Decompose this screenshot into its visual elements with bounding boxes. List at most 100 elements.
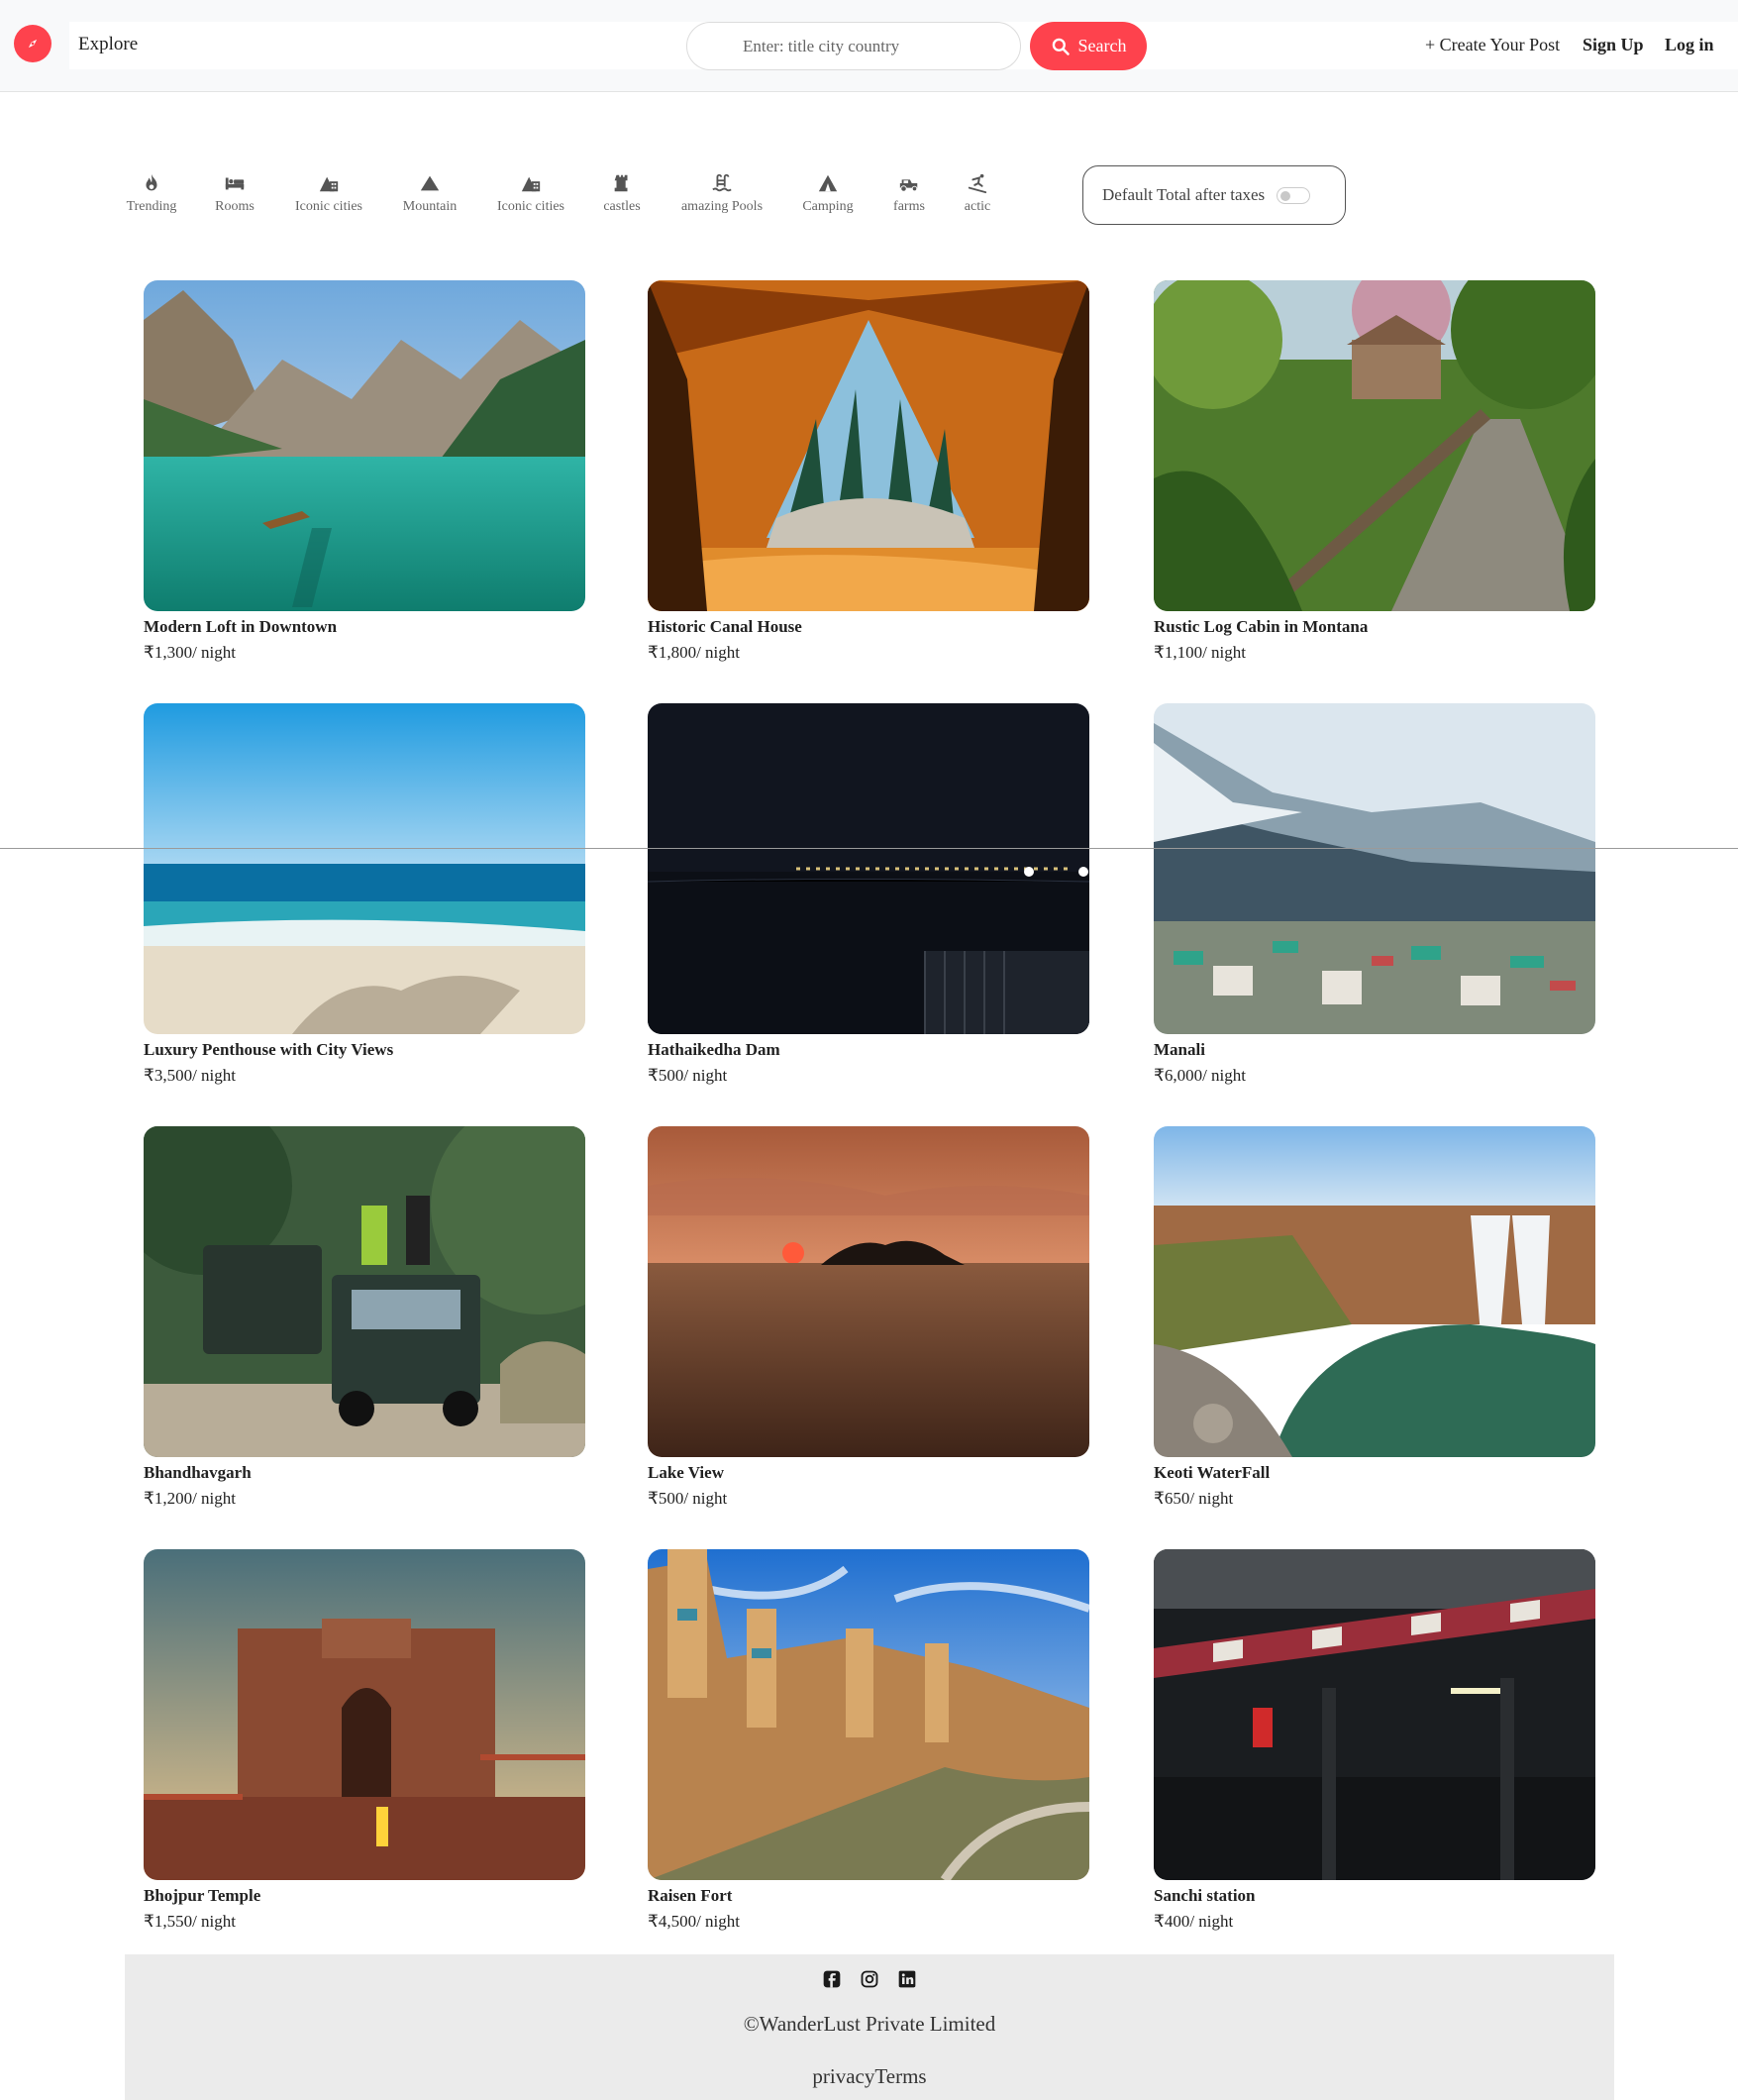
skier-icon (968, 173, 987, 194)
divider-line (0, 848, 1738, 849)
listing-image-waterfall[interactable] (1154, 1126, 1595, 1457)
tax-switch[interactable] (1277, 186, 1311, 204)
listing-image-railway-station[interactable] (1154, 1549, 1595, 1880)
terms-link[interactable]: Terms (874, 2064, 926, 2088)
filter-label: castles (603, 199, 641, 214)
legal-links: privacyTerms (125, 2064, 1614, 2089)
filter-label: Rooms (215, 199, 255, 214)
listing-image-sunset-lake[interactable] (648, 1126, 1089, 1457)
filter-amazing-pools[interactable]: amazing Pools (677, 172, 767, 215)
listing-image-fort[interactable] (648, 1549, 1089, 1880)
listing-image-beach[interactable] (144, 703, 585, 1034)
filter-mountain[interactable]: Mountain (398, 172, 461, 215)
filter-label: amazing Pools (680, 199, 764, 214)
pool-icon (712, 173, 732, 192)
listing-title: Sanchi station (1154, 1886, 1256, 1905)
filter-iconic-cities[interactable]: Iconic cities (291, 172, 366, 215)
filter-iconic-cities-2[interactable]: Iconic cities (493, 172, 568, 215)
listing-card[interactable]: Luxury Penthouse with City Views ₹3,500/… (144, 703, 585, 1090)
search-input[interactable] (686, 22, 1021, 70)
instagram-icon[interactable] (860, 1969, 879, 1989)
filter-label: Camping (802, 199, 854, 214)
listing-title: Luxury Penthouse with City Views (144, 1040, 394, 1059)
listing-price: ₹1,550/ night (144, 1912, 236, 1931)
listing-image-garden-path[interactable] (1154, 280, 1595, 611)
listing-card[interactable]: Bhojpur Temple ₹1,550/ night (144, 1549, 585, 1936)
filter-castles[interactable]: castles (600, 172, 644, 215)
listing-price: ₹6,000/ night (1154, 1066, 1246, 1085)
create-post-link[interactable]: + Create Your Post (1425, 35, 1560, 55)
sign-up-link[interactable]: Sign Up (1583, 35, 1644, 55)
fire-icon (146, 173, 157, 191)
search-button[interactable]: Search (1030, 22, 1147, 70)
filter-farms[interactable]: farms (889, 172, 929, 215)
privacy-link[interactable]: privacy (812, 2064, 874, 2088)
navbar: Explore Search + Create Your Post Sign U… (0, 0, 1738, 92)
listing-price: ₹1,200/ night (144, 1489, 236, 1508)
tractor-icon (899, 179, 918, 192)
listing-card[interactable]: Modern Loft in Downtown ₹1,300/ night (144, 280, 585, 667)
mountain-icon (420, 175, 440, 191)
listing-image-temple[interactable] (144, 1549, 585, 1880)
listing-image-snowy-town[interactable] (1154, 703, 1595, 1034)
filter-rooms[interactable]: Rooms (210, 172, 259, 215)
footer: ©WanderLust Private Limited privacyTerms (125, 1954, 1614, 2100)
social-links (125, 1969, 1614, 1989)
bed-icon (225, 177, 245, 190)
listing-card[interactable]: Historic Canal House ₹1,800/ night (648, 280, 1089, 667)
search-icon (1052, 38, 1070, 55)
listing-card[interactable]: Rustic Log Cabin in Montana ₹1,100/ nigh… (1154, 280, 1595, 667)
listing-title: Keoti WaterFall (1154, 1463, 1271, 1482)
listing-title: Bhojpur Temple (144, 1886, 261, 1905)
listing-price: ₹1,300/ night (144, 643, 236, 662)
filter-label: Iconic cities (496, 199, 565, 214)
listing-image-night-dam[interactable] (648, 703, 1089, 1034)
listing-price: ₹500/ night (648, 1489, 728, 1508)
listing-card[interactable]: Manali ₹6,000/ night (1154, 703, 1595, 1090)
filter-label: Iconic cities (294, 199, 363, 214)
listing-card[interactable]: Bhandhavgarh ₹1,200/ night (144, 1126, 585, 1513)
log-in-link[interactable]: Log in (1665, 35, 1714, 55)
filter-camping[interactable]: Camping (798, 172, 858, 215)
tax-toggle[interactable]: Default Total after taxes (1082, 165, 1346, 225)
listing-card[interactable]: Keoti WaterFall ₹650/ night (1154, 1126, 1595, 1513)
listing-card[interactable]: Lake View ₹500/ night (648, 1126, 1089, 1513)
city-icon (319, 176, 339, 192)
listing-price: ₹4,500/ night (648, 1912, 740, 1931)
filter-label: farms (893, 199, 925, 214)
listing-title: Manali (1154, 1040, 1205, 1059)
filter-actic[interactable]: actic (959, 172, 996, 215)
listing-title: Modern Loft in Downtown (144, 617, 338, 636)
filter-label: Mountain (402, 199, 458, 214)
explore-link[interactable]: Explore (78, 34, 138, 55)
filter-trending[interactable]: Trending (124, 172, 179, 215)
tax-toggle-label: Default Total after taxes (1102, 185, 1266, 204)
listing-title: Hathaikedha Dam (648, 1040, 780, 1059)
listing-image-tent[interactable] (648, 280, 1089, 611)
linkedin-icon[interactable] (897, 1969, 917, 1989)
facebook-icon[interactable] (822, 1969, 842, 1989)
listing-title: Historic Canal House (648, 617, 802, 636)
compass-logo-icon[interactable] (14, 25, 51, 62)
listing-price: ₹650/ night (1154, 1489, 1234, 1508)
listing-price: ₹500/ night (648, 1066, 728, 1085)
castle-icon (614, 174, 628, 192)
search-button-label: Search (1077, 36, 1127, 55)
filter-label: Trending (126, 199, 177, 214)
listing-image-mountain-lake[interactable] (144, 280, 585, 611)
copyright-text: ©WanderLust Private Limited (743, 2012, 996, 2036)
listing-price: ₹400/ night (1154, 1912, 1234, 1931)
listing-title: Rustic Log Cabin in Montana (1154, 617, 1369, 636)
listing-title: Bhandhavgarh (144, 1463, 252, 1482)
city-icon (521, 176, 541, 192)
listing-price: ₹3,500/ night (144, 1066, 236, 1085)
filter-label: actic (964, 199, 991, 214)
listing-card[interactable]: Hathaikedha Dam ₹500/ night (648, 703, 1089, 1090)
listing-card[interactable]: Sanchi station ₹400/ night (1154, 1549, 1595, 1936)
listing-title: Lake View (648, 1463, 724, 1482)
listing-title: Raisen Fort (648, 1886, 733, 1905)
listing-image-safari-jeeps[interactable] (144, 1126, 585, 1457)
tent-icon (818, 174, 838, 192)
listing-price: ₹1,100/ night (1154, 643, 1246, 662)
listing-card[interactable]: Raisen Fort ₹4,500/ night (648, 1549, 1089, 1936)
